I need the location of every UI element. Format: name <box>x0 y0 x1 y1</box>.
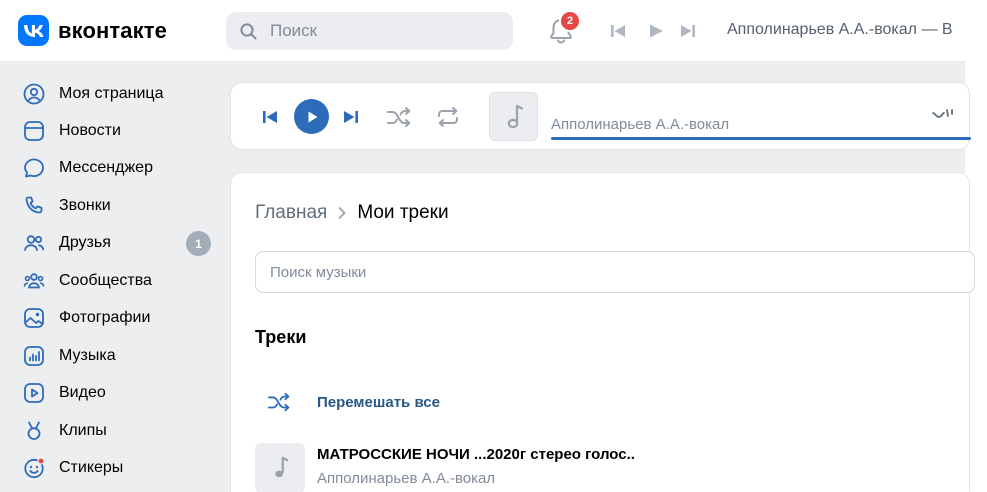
music-search-input[interactable] <box>270 252 950 292</box>
sidebar-item-messenger[interactable]: Мессенджер <box>22 153 217 183</box>
page-title: Мои треки <box>357 202 449 223</box>
track-cover <box>489 92 538 141</box>
breadcrumb: Главная Мои треки <box>255 202 449 224</box>
profile-icon <box>22 82 46 106</box>
stickers-icon <box>22 456 46 480</box>
top-header: вконтакте 2 Апполинарьев А.А.-вокал — В <box>0 0 965 62</box>
shuffle-all-icon <box>255 391 303 413</box>
search-icon <box>240 23 257 45</box>
tracks-section-title: Треки <box>255 327 307 347</box>
friends-icon <box>22 231 46 255</box>
header-prev-icon[interactable] <box>609 22 627 45</box>
audio-player: Апполинарьев А.А.-вокал <box>230 82 971 150</box>
sidebar-item-label: Друзья <box>59 234 111 251</box>
photos-icon <box>22 306 46 330</box>
sidebar-item-label: Звонки <box>59 197 111 214</box>
track-artist[interactable]: Апполинарьев А.А.-вокал <box>317 470 495 487</box>
sidebar-item-label: Мессенджер <box>59 159 153 176</box>
messenger-icon <box>22 156 46 180</box>
sidebar-item-label: Музыка <box>59 347 116 364</box>
track-title: МАТРОССКИЕ НОЧИ ...2020г стерео голос.. <box>317 446 635 463</box>
video-icon <box>22 381 46 405</box>
track-row-cover[interactable] <box>255 443 305 492</box>
sidebar-item-video[interactable]: Видео <box>22 378 217 408</box>
music-search[interactable] <box>255 251 975 293</box>
vk-logo-icon <box>18 15 49 46</box>
sidebar-item-my-page[interactable]: Моя страница <box>22 79 217 109</box>
vk-logo[interactable]: вконтакте <box>18 15 167 46</box>
sidebar-item-news[interactable]: Новости <box>22 116 217 146</box>
shuffle-icon[interactable] <box>386 105 412 134</box>
sidebar-item-communities[interactable]: Сообщества <box>22 266 217 296</box>
sidebar-item-label: Видео <box>59 384 106 401</box>
communities-icon <box>22 269 46 293</box>
breadcrumb-home-link[interactable]: Главная <box>255 202 327 224</box>
track-progress-bar[interactable] <box>551 137 971 140</box>
sidebar-item-clips[interactable]: Клипы <box>22 416 217 446</box>
equalizer-icon[interactable] <box>931 107 957 128</box>
play-button[interactable] <box>294 99 329 134</box>
header-now-playing[interactable]: Апполинарьев А.А.-вокал — В <box>727 21 965 39</box>
global-search[interactable] <box>226 12 513 50</box>
header-play-icon[interactable] <box>647 22 665 45</box>
sidebar-item-stickers[interactable]: Стикеры <box>22 453 217 483</box>
friends-count-badge: 1 <box>186 231 211 256</box>
music-icon <box>22 344 46 368</box>
sidebar-item-label: Стикеры <box>59 459 124 476</box>
sidebar-item-calls[interactable]: Звонки <box>22 191 217 221</box>
shuffle-all-button[interactable]: Перемешать все <box>255 387 440 417</box>
sidebar-item-label: Клипы <box>59 422 107 439</box>
sidebar-item-label: Новости <box>59 122 121 139</box>
chevron-right-icon <box>337 206 347 220</box>
news-icon <box>22 119 46 143</box>
sidebar-item-label: Моя страница <box>59 85 164 102</box>
logo-text: вконтакте <box>58 17 167 43</box>
next-track-icon[interactable] <box>342 108 360 131</box>
notifications-badge: 2 <box>559 10 581 32</box>
music-note-icon <box>507 104 523 128</box>
sidebar-item-friends[interactable]: Друзья 1 <box>22 228 217 258</box>
sidebar-item-photos[interactable]: Фотографии <box>22 303 217 333</box>
repeat-icon[interactable] <box>434 105 462 134</box>
header-next-icon[interactable] <box>679 22 697 45</box>
sidebar-item-music[interactable]: Музыка <box>22 341 217 371</box>
phone-icon <box>22 194 46 218</box>
prev-track-icon[interactable] <box>261 108 279 131</box>
music-note-icon <box>275 456 289 478</box>
play-icon <box>308 111 317 122</box>
track-row[interactable]: МАТРОССКИЕ НОЧИ ...2020г стерео голос.. … <box>255 443 955 492</box>
search-input[interactable] <box>270 12 500 50</box>
sidebar-item-label: Сообщества <box>59 272 152 289</box>
player-track-artist[interactable]: Апполинарьев А.А.-вокал <box>551 116 729 133</box>
sidebar-item-label: Фотографии <box>59 309 151 326</box>
music-content: Главная Мои треки Треки Перемешать все М… <box>230 172 975 492</box>
clips-icon <box>22 419 46 443</box>
shuffle-all-label: Перемешать все <box>317 393 440 411</box>
